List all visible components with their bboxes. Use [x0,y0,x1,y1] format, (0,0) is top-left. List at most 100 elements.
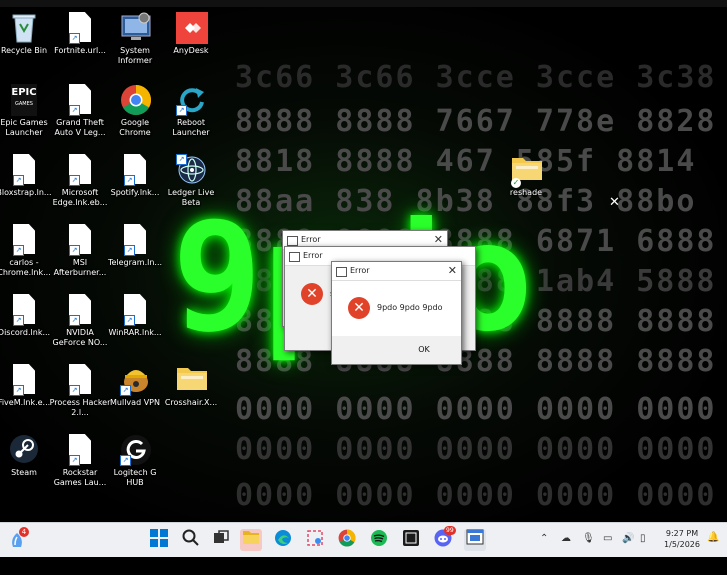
wallpaper-row: 8818 8888 467 585f 8814 [235,144,697,179]
icon-label: Process Hacker 2.l... [49,398,111,417]
reboot-launcher-icon: ↗ [176,84,206,116]
desktop-icon-rockstar[interactable]: ↗ Rockstar Games Lau... [49,434,111,488]
network-icon[interactable]: ▭ [603,533,612,544]
icon-label: Ledger Live Beta [167,188,215,207]
desktop-icon-spotify[interactable]: ↗ Spotify.lnk... [104,154,166,198]
desktop-icon-fortnite[interactable]: ↗ Fortnite.url... [49,12,111,56]
spotify-icon[interactable] [368,529,390,551]
desktop-icon-anydesk[interactable]: AnyDesk [160,12,222,56]
desktop-icon-logitech-g-hub[interactable]: ↗ Logitech G HUB [104,434,166,488]
icon-label: carlos - Chrome.lnk... [0,258,51,277]
wallpaper-row: 0000 0000 0000 0000 0000 [235,432,717,467]
dialog-titlebar[interactable]: Error ✕ [332,262,461,281]
shortcut-file-icon: ↗ [65,294,95,326]
desktop-icon-msi-afterburner[interactable]: ↗ MSI Afterburner... [49,224,111,278]
window-app-icon [287,236,298,246]
desktop-icon-nvidia[interactable]: ↗ NVIDIA GeForce NO... [49,294,111,348]
discord-icon[interactable]: 99 [432,526,456,551]
dialog-message: 9pdo 9pdo 9pdo [377,303,443,312]
system-informer-icon [120,12,151,44]
desktop-icon-system-informer[interactable]: System Informer [104,12,166,66]
desktop-icon-winrar[interactable]: ↗ WinRAR.lnk... [104,294,166,338]
file-explorer-icon[interactable] [240,529,262,551]
anydesk-icon [176,12,208,44]
error-icon: ✕ [301,283,323,305]
icon-label: Google Chrome [119,118,151,137]
dialog-body: ✕ 9pdo 9pdo 9pdo [332,281,461,336]
microphone-icon[interactable]: 🎙 [582,533,595,544]
chrome-taskbar-icon[interactable] [336,529,358,551]
shortcut-file-icon: ↗ [120,154,150,186]
window-app-icon [336,267,347,277]
error-app-taskbar-icon[interactable] [464,529,486,551]
shortcut-file-icon: ↗ [120,294,150,326]
notification-badge: 4 [19,527,29,537]
icon-label: Reboot Launcher [172,118,210,137]
desktop-icon-ledger-live[interactable]: ↗ Ledger Live Beta [160,154,222,208]
desktop-icon-bloxstrap[interactable]: ↗ Bloxstrap.ln... [0,154,55,198]
window-app-icon [289,252,300,262]
icon-label: Steam [11,468,37,477]
desktop-icon-process-hacker[interactable]: ↗ Process Hacker 2.l... [49,364,111,418]
desktop-icon-epic-games[interactable]: EPIC GAMES Epic Games Launcher [0,84,55,138]
volume-icon[interactable]: 🔊 [622,533,634,544]
stray-close-icon[interactable]: ✕ [609,195,620,211]
shortcut-file-icon: ↗ [65,364,95,396]
desktop-icon-recycle-bin[interactable]: Recycle Bin [0,12,55,56]
shortcut-file-icon: ↗ [65,224,95,256]
ok-button[interactable]: OK [402,342,446,358]
error-icon: ✕ [348,297,370,319]
icon-label: Bloxstrap.ln... [0,188,52,197]
desktop-icon-fivem[interactable]: ↗ FiveM.lnk.e... [0,364,55,408]
recycle-bin-icon [9,12,39,44]
notifications-bell-icon[interactable]: 🔔 [707,532,719,543]
chrome-icon [120,84,152,116]
edge-icon[interactable] [272,529,294,551]
desktop-icon-telegram[interactable]: ↗ Telegram.ln... [104,224,166,268]
desktop-icon-carlos-chrome[interactable]: ↗ carlos - Chrome.lnk... [0,224,55,278]
desktop-icon-microsoft-edge[interactable]: ↗ Microsoft Edge.lnk.eb... [49,154,111,208]
icon-label: FiveM.lnk.e... [0,398,51,407]
desktop-icon-crosshair[interactable]: Crosshair.X... [160,364,222,408]
wallpaper-row: 0000 0000 0000 0000 0000 [235,478,717,513]
search-icon[interactable] [180,529,202,551]
error-dialog-front[interactable]: Error ✕ ✕ 9pdo 9pdo 9pdo OK [331,261,462,365]
shortcut-file-icon: ↗ [65,12,95,44]
system-clock[interactable]: 9:27 PM 1/5/2026 [659,528,705,550]
logitech-g-icon: ↗ [120,434,151,466]
terminal-app-icon[interactable] [400,529,422,551]
battery-icon[interactable]: ▯ [640,533,646,544]
close-icon[interactable]: ✕ [448,262,457,280]
icon-label: Crosshair.X... [164,398,218,407]
folder-icon [176,364,207,396]
shortcut-file-icon: ↗ [9,294,39,326]
desktop-icon-reshade[interactable]: ✓ reshade [495,154,557,198]
folder-icon: ✓ [511,154,542,188]
shortcut-file-icon: ↗ [9,364,39,396]
ledger-live-icon: ↗ [176,154,206,186]
chevron-up-icon[interactable]: ⌃ [540,533,548,544]
wallpaper-row: 8888 8888 7667 778e 8828 [235,104,717,139]
desktop-icon-mullvad-vpn[interactable]: ↗ Mullvad VPN [104,364,166,408]
desktop-icon-reboot-launcher[interactable]: ↗ Reboot Launcher [160,84,222,138]
taskbar: 4 99 ⌃ ☁ 🎙 ▭ 🔊 ▯ 9:27 PM 1/5/2026 🔔 [0,522,727,558]
icon-label: Mullvad VPN [110,398,160,407]
icon-label: AnyDesk [173,46,209,55]
desktop-icon-gta-v[interactable]: ↗ Grand Theft Auto V Leg... [49,84,111,138]
weather-widget-icon[interactable]: 4 [6,527,29,551]
task-view-icon[interactable] [210,529,232,551]
icon-label: Grand Theft Auto V Leg... [54,118,106,137]
cloud-icon[interactable]: ☁ [561,533,571,544]
snipping-tool-icon[interactable] [304,529,326,551]
icon-label: Epic Games Launcher [0,118,48,137]
icon-label: Microsoft Edge.lnk.eb... [52,188,108,207]
icon-label: Rockstar Games Lau... [53,468,107,487]
desktop-icon-discord[interactable]: ↗ Discord.lnk... [0,294,55,338]
shortcut-file-icon: ↗ [9,224,39,256]
start-button[interactable] [148,529,170,551]
shortcut-file-icon: ↗ [65,154,95,186]
desktop-icon-google-chrome[interactable]: Google Chrome [104,84,166,138]
desktop-icon-steam[interactable]: Steam [0,434,55,478]
wallpaper-row: 3c66 3c66 3cce 3cce 3c38 8c8f [235,60,727,95]
desktop: 3c66 3c66 3cce 3cce 3c38 8c8f 8888 8888 … [0,0,727,522]
